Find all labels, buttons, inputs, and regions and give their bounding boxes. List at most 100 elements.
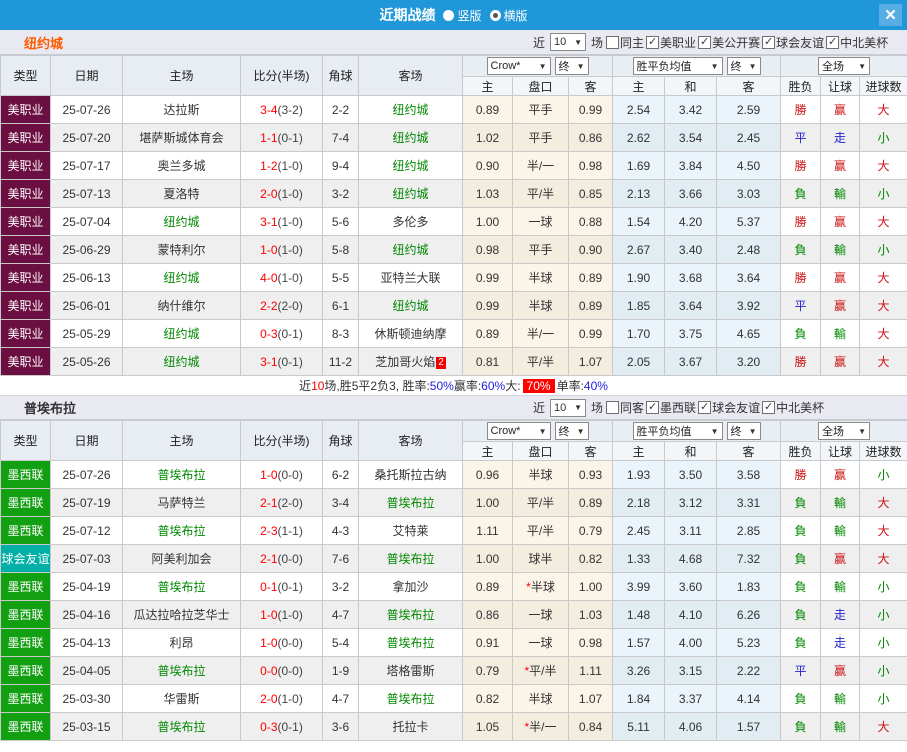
cell-score: 1-2(1-0) [240,151,323,180]
cell-odds-home: 0.82 [462,684,513,713]
cell-mean-draw: 3.67 [664,347,718,376]
cell-result-handicap: 走 [820,628,861,657]
summary-segment: 场,胜5平2负3, 胜率: [324,379,430,393]
team-section-1: 纽约城近 10 ▼ 场同主 ✓ 美职业 ✓ 美公开赛 ✓ 球会友谊 ✓ 中北美杯 类型 日期 主场 比分(半场… [0,30,907,395]
cell-handicap: 一球 [512,628,569,657]
filter-checkbox-item[interactable]: 同主 [606,34,644,51]
cell-away-team: 艾特莱 [358,516,463,545]
filter-checkbox-item[interactable]: ✓ 中北美杯 [762,399,824,416]
checkbox-icon[interactable] [606,401,620,414]
cell-competition: 美职业 [0,207,51,236]
scope-select[interactable]: 全场 ▼ [818,422,871,440]
away-team-name: 亚特兰大联 [380,271,441,285]
cell-result-wdl: 勝 [780,151,822,180]
cell-mean-home: 2.18 [612,488,666,517]
score-fulltime: 2-1 [260,495,278,510]
odds-company-select[interactable]: Crow* ▼ [486,57,551,75]
score-fulltime: 3-4 [260,102,278,117]
cell-result-handicap: 赢 [820,151,861,180]
odds-company-select[interactable]: Crow* ▼ [486,422,551,440]
layout-vertical-option[interactable]: 竖版 [443,7,482,24]
filter-checkbox-item[interactable]: ✓ 美公开赛 [698,34,760,51]
filter-checkbox-item[interactable]: 同客 [606,399,644,416]
checkbox-icon[interactable]: ✓ [646,401,660,414]
checkbox-icon[interactable] [606,35,620,49]
cell-mean-draw: 3.54 [664,123,718,152]
odds-stage-select[interactable]: 终 ▼ [554,422,589,440]
checkbox-icon[interactable]: ✓ [826,35,840,49]
cell-odds-away: 0.89 [567,263,614,292]
checkbox-icon[interactable]: ✓ [698,35,712,49]
mean-stage-select[interactable]: 终 ▼ [726,57,761,75]
sub-odds-home: 主 [462,441,513,461]
score-fulltime: 2-0 [260,186,278,201]
close-button[interactable]: ✕ [879,4,902,26]
cell-home-team: 蒙特利尔 [122,235,241,264]
chevron-down-icon: ▼ [576,61,585,71]
filter-controls: 近 10 ▼ 场同主 ✓ 美职业 ✓ 美公开赛 ✓ 球会友谊 ✓ 中北美杯 [530,33,890,51]
away-team-name: 多伦多 [392,215,429,229]
matches-count-select[interactable]: 10 ▼ [550,398,587,417]
checkbox-icon[interactable]: ✓ [762,401,776,414]
mean-type-select[interactable]: 胜平负均值 ▼ [632,422,723,440]
cell-odds-away: 0.89 [567,291,614,320]
cell-handicap: 半/一 [512,151,569,180]
handicap-text: 半/一 [526,159,555,173]
match-row: 美职业 25-05-29 纽约城 0-3(0-1) 8-3 休斯顿迪纳摩 0.89 半/一 0.… [0,319,907,348]
sub-result-wdl: 胜负 [780,441,822,461]
layout-vertical-label: 竖版 [457,8,482,23]
cell-mean-draw: 4.00 [664,628,718,657]
cell-mean-draw: 3.60 [664,572,718,601]
chevron-down-icon: ▼ [858,426,867,436]
cell-result-wdl: 勝 [780,347,822,376]
match-row: 球会友谊 25-07-03 阿美利加会 2-1(0-0) 7-6 普埃布拉 1.00 球半 0.… [0,544,907,573]
cell-result-wdl: 負 [780,179,822,208]
cell-odds-away: 0.86 [567,123,614,152]
home-team-name: 奥兰多城 [157,159,206,173]
cell-corners: 5-5 [322,263,359,292]
cell-score: 3-1(0-1) [240,347,323,376]
cell-mean-home: 1.85 [612,291,666,320]
score-fulltime: 1-0 [260,242,278,257]
cell-score: 0-0(0-0) [240,656,323,685]
checkbox-icon[interactable]: ✓ [762,35,776,49]
mean-stage-select[interactable]: 终 ▼ [726,422,761,440]
odds-stage-select[interactable]: 终 ▼ [554,57,589,75]
home-team-name: 纽约城 [163,271,200,285]
col-away: 客场 [358,55,463,96]
cell-corners: 3-2 [322,572,359,601]
cell-odds-away: 0.79 [567,516,614,545]
layout-horizontal-option[interactable]: 横版 [489,7,528,24]
checkbox-icon[interactable]: ✓ [698,401,712,414]
cell-date: 25-04-13 [50,628,123,657]
cell-odds-home: 1.00 [462,544,513,573]
cell-odds-away: 1.07 [567,684,614,713]
cell-mean-away: 2.59 [716,95,782,124]
cell-mean-away: 2.22 [716,656,782,685]
cell-mean-draw: 3.40 [664,235,718,264]
filter-checkbox-item[interactable]: ✓ 球会友谊 [698,399,760,416]
cell-handicap: 一球 [512,207,569,236]
filter-checkbox-item[interactable]: ✓ 美职业 [646,34,696,51]
score-halftime: (1-0) [277,691,303,706]
cell-result-wdl: 平 [780,291,822,320]
cell-away-team: 纽约城 [358,235,463,264]
cell-score: 2-2(2-0) [240,291,323,320]
cell-corners: 5-4 [322,628,359,657]
filter-checkbox-item[interactable]: ✓ 球会友谊 [762,34,824,51]
matches-count-select[interactable]: 10 ▼ [550,33,587,51]
cell-result-handicap: 赢 [820,291,861,320]
cell-mean-away: 3.64 [716,263,782,292]
filter-checkbox-item[interactable]: ✓ 中北美杯 [826,34,888,51]
cell-result-goals: 大 [859,544,907,573]
cell-result-wdl: 負 [780,712,822,741]
cell-result-handicap: 輸 [820,319,861,348]
cell-away-team: 普埃布拉 [358,600,463,629]
cell-mean-home: 2.45 [612,516,666,545]
mean-type-select[interactable]: 胜平负均值 ▼ [632,57,723,75]
checkbox-icon[interactable]: ✓ [646,35,660,49]
score-fulltime: 0-0 [260,663,278,678]
score-halftime: (0-1) [277,719,303,734]
filter-checkbox-item[interactable]: ✓ 墨西联 [646,399,696,416]
scope-select[interactable]: 全场 ▼ [818,57,871,75]
